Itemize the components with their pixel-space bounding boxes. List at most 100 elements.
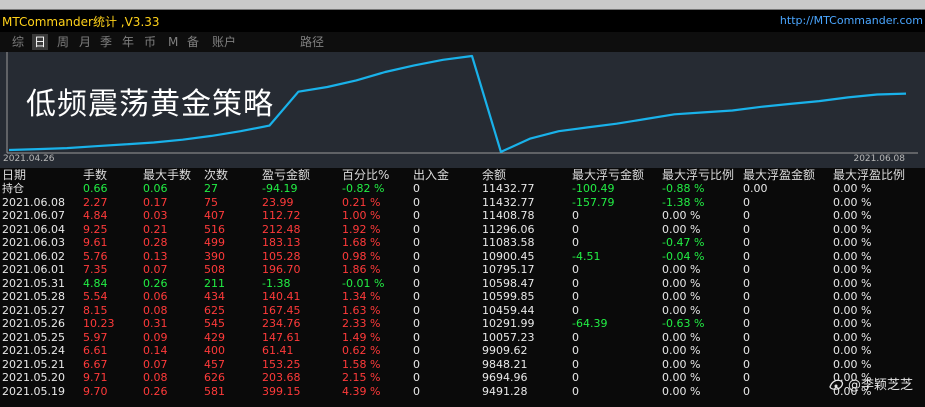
tab-daily[interactable]: 日 xyxy=(32,34,49,50)
table-cell: 508 xyxy=(204,263,225,276)
tab-yearly[interactable]: 年 xyxy=(122,34,134,50)
table-cell: 5.76 xyxy=(83,249,108,263)
table-cell: 0.00 % xyxy=(833,303,872,317)
table-cell: -1.38 xyxy=(262,276,291,290)
table-cell: 2021.05.28 xyxy=(2,290,65,303)
table-row[interactable]: 2021.05.25 5.97 0.09 429 147.61 1.49 % 0 10057.… xyxy=(0,331,925,345)
tab-summary[interactable]: 综 xyxy=(12,34,24,50)
table-row[interactable]: 2021.06.03 9.61 0.28 499 183.13 1.68 % 0 11083.… xyxy=(0,236,925,250)
table-cell: 0.13 xyxy=(143,249,168,263)
table-cell: 0.00 % xyxy=(833,317,872,330)
table-cell: 4.84 xyxy=(83,209,108,222)
window-top-border xyxy=(0,0,925,10)
table-cell: 234.76 xyxy=(262,317,301,330)
table-row[interactable]: 2021.05.31 4.84 0.26 211 -1.38 -0.01 % 0 10598.… xyxy=(0,277,925,291)
column-header[interactable]: 百分比% xyxy=(340,168,411,182)
tab-monthly[interactable]: 月 xyxy=(79,34,91,50)
table-cell: 516 xyxy=(204,222,225,236)
table-cell: 0 xyxy=(572,371,579,384)
table-cell: 0.21 % xyxy=(342,195,381,209)
table-cell: 0 xyxy=(743,276,750,290)
website-link[interactable]: http://MTCommander.com xyxy=(780,14,923,27)
column-header[interactable]: 次数 xyxy=(202,168,260,182)
table-body: 持仓 0.66 0.06 27 -94.19 -0.82 % 0 11432.77 -100.4… xyxy=(0,182,925,398)
table-row[interactable]: 2021.05.28 5.54 0.06 434 140.41 1.34 % 0 10599.… xyxy=(0,290,925,304)
table-cell: 0.98 % xyxy=(342,249,381,263)
column-header[interactable]: 盈亏金额 xyxy=(260,168,340,182)
table-cell: 75 xyxy=(204,195,218,209)
table-row[interactable]: 2021.06.04 9.25 0.21 516 212.48 1.92 % 0 11296.… xyxy=(0,223,925,237)
table-cell: -4.51 xyxy=(572,249,601,263)
table-row[interactable]: 2021.05.19 9.70 0.26 581 399.15 4.39 % 0 9491.2… xyxy=(0,385,925,399)
table-row[interactable]: 2021.06.01 7.35 0.07 508 196.70 1.86 % 0 10795.… xyxy=(0,263,925,277)
table-cell: 112.72 xyxy=(262,209,301,222)
table-cell: 0.66 xyxy=(83,182,108,195)
table-cell: 10.23 xyxy=(83,317,115,330)
table-cell: 0 xyxy=(572,236,579,249)
table-cell: 0.26 xyxy=(143,384,168,398)
table-cell: 147.61 xyxy=(262,330,301,344)
table-row[interactable]: 2021.06.08 2.27 0.17 75 23.99 0.21 % 0 11432.77… xyxy=(0,196,925,210)
table-cell: -157.79 xyxy=(572,195,615,209)
table-cell: 0.06 xyxy=(143,182,168,195)
daily-stats-table: 日期 手数 最大手数 次数 盈亏金额 百分比% 出入金 余额 最大浮亏金额 最大浮亏比例 最大浮盈金… xyxy=(0,168,925,398)
open-positions-row[interactable]: 持仓 0.66 0.06 27 -94.19 -0.82 % 0 11432.77 -100.4… xyxy=(0,182,925,196)
table-cell: 183.13 xyxy=(262,236,301,249)
table-cell: 0.00 % xyxy=(662,222,701,236)
table-cell: 6.61 xyxy=(83,344,108,357)
period-tabs: 综 日 周 月 季 年 币 M 备 账户 路径 xyxy=(0,32,925,52)
tab-account[interactable]: 账户 xyxy=(212,34,236,50)
column-header[interactable]: 余额 xyxy=(480,168,570,182)
column-header[interactable]: 最大手数 xyxy=(141,168,202,182)
table-cell: 0 xyxy=(413,290,420,303)
tab-currency[interactable]: 币 xyxy=(144,34,156,50)
tab-quarterly[interactable]: 季 xyxy=(100,34,112,50)
table-cell: 0 xyxy=(572,209,579,222)
table-cell: 2.27 xyxy=(83,195,108,209)
column-header[interactable]: 最大浮亏比例 xyxy=(660,168,741,182)
table-cell: 0 xyxy=(413,222,420,236)
table-cell: 0 xyxy=(743,249,750,263)
table-row[interactable]: 2021.06.07 4.84 0.03 407 112.72 1.00 % 0 11408.… xyxy=(0,209,925,223)
tab-magic[interactable]: M xyxy=(168,34,178,50)
column-header[interactable]: 手数 xyxy=(81,168,141,182)
table-row[interactable]: 2021.05.21 6.67 0.07 457 153.25 1.58 % 0 9848.2… xyxy=(0,358,925,372)
column-header[interactable]: 日期 xyxy=(0,168,81,182)
table-cell: 5.54 xyxy=(83,290,108,303)
table-cell: 0 xyxy=(413,195,420,209)
table-cell: 0.26 xyxy=(143,276,168,290)
table-cell: 9.61 xyxy=(83,236,108,249)
table-cell: 11432.77 xyxy=(482,182,535,195)
table-row[interactable]: 2021.05.27 8.15 0.08 625 167.45 1.63 % 0 10459.… xyxy=(0,304,925,318)
table-cell: 0.00 % xyxy=(662,303,701,317)
column-header[interactable]: 最大浮盈比例 xyxy=(831,168,925,182)
table-row[interactable]: 2021.06.02 5.76 0.13 390 105.28 0.98 % 0 10900.… xyxy=(0,250,925,264)
table-cell: 2021.05.20 xyxy=(2,371,65,384)
table-cell: 203.68 xyxy=(262,371,301,384)
table-cell: 625 xyxy=(204,303,225,317)
table-cell: 0.00 % xyxy=(662,290,701,303)
tab-weekly[interactable]: 周 xyxy=(57,34,69,50)
table-cell: 9.25 xyxy=(83,222,108,236)
table-row[interactable]: 2021.05.24 6.61 0.14 400 61.41 0.62 % 0 9909.62… xyxy=(0,344,925,358)
table-cell: 0 xyxy=(572,303,579,317)
tab-notes[interactable]: 备 xyxy=(187,34,199,50)
tab-path[interactable]: 路径 xyxy=(300,34,324,50)
table-cell: 0.00 % xyxy=(662,330,701,344)
table-cell: 10599.85 xyxy=(482,290,535,303)
table-cell: 0.00 % xyxy=(662,263,701,276)
table-cell: 2021.05.21 xyxy=(2,357,65,371)
table-cell: 0 xyxy=(743,195,750,209)
table-row[interactable]: 2021.05.20 9.71 0.08 626 203.68 2.15 % 0 9694.9… xyxy=(0,371,925,385)
column-header[interactable]: 出入金 xyxy=(411,168,480,182)
table-row[interactable]: 2021.05.26 10.23 0.31 545 234.76 2.33 % 0 10291… xyxy=(0,317,925,331)
table-cell: 1.58 % xyxy=(342,357,381,371)
table-cell: 11408.78 xyxy=(482,209,535,222)
table-cell: 0.00 % xyxy=(662,357,701,371)
column-header[interactable]: 最大浮盈金额 xyxy=(741,168,831,182)
table-cell: 434 xyxy=(204,290,225,303)
table-cell: 0.62 % xyxy=(342,344,381,357)
column-header[interactable]: 最大浮亏金额 xyxy=(570,168,660,182)
table-cell: 1.92 % xyxy=(342,222,381,236)
table-header-row: 日期 手数 最大手数 次数 盈亏金额 百分比% 出入金 余额 最大浮亏金额 最大浮亏比例 最大浮盈金… xyxy=(0,168,925,182)
